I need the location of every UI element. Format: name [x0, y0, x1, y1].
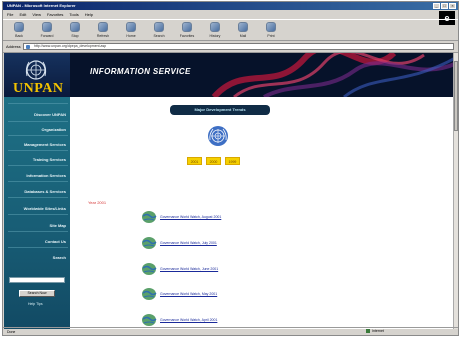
article-link[interactable]: Governance World Watch, August 2001 [160, 215, 221, 219]
refresh-button[interactable]: Refresh [93, 20, 113, 38]
globe-icon [142, 237, 157, 249]
search-button[interactable]: Search [149, 20, 169, 38]
sidebar-item-contact-us[interactable]: Contact Us [45, 239, 66, 244]
globe-icon [142, 288, 157, 300]
window-title: UNPAN - Microsoft Internet Explorer [7, 3, 76, 8]
menu-help[interactable]: Help [85, 12, 93, 17]
menu-bar: File Edit View Favorites Tools Help [3, 10, 458, 18]
back-button[interactable]: Back [9, 20, 29, 38]
search-input[interactable] [9, 277, 65, 283]
home-icon [126, 22, 136, 32]
stop-button[interactable]: Stop [65, 20, 85, 38]
refresh-icon [98, 22, 108, 32]
vertical-scrollbar[interactable] [453, 53, 458, 329]
sidebar-item-search[interactable]: Search [53, 255, 66, 260]
forward-arrow-icon [42, 22, 52, 32]
mail-icon [238, 22, 248, 32]
favorites-icon [182, 22, 192, 32]
article-link[interactable]: Governance World Watch, June 2001 [160, 267, 218, 271]
close-button[interactable]: × [449, 3, 456, 9]
nav-divider [8, 247, 68, 248]
year-button-1999[interactable]: 1999 [225, 157, 240, 165]
favorites-button[interactable]: Favorites [177, 20, 197, 38]
nav-divider [8, 135, 68, 136]
article-link[interactable]: Governance World Watch, April 2001 [160, 318, 217, 322]
list-item: Governance World Watch, July 2001 [141, 236, 217, 250]
nav-divider [8, 103, 68, 104]
mail-button[interactable]: Mail [233, 20, 253, 38]
status-bar: Done Internet [3, 327, 458, 335]
sidebar-item-organization[interactable]: Organization [42, 127, 66, 132]
address-label: Address [6, 44, 21, 49]
article-link[interactable]: Governance World Watch, May 2001 [160, 292, 217, 296]
sidebar-item-information-services[interactable]: Information Services [26, 173, 66, 178]
window-controls: _ □ × [433, 3, 456, 9]
menu-edit[interactable]: Edit [19, 12, 26, 17]
list-item: Governance World Watch, August 2001 [141, 210, 221, 224]
nav-divider [8, 121, 68, 122]
nav-divider [8, 150, 68, 151]
un-globe-icon [208, 126, 228, 146]
globe-icon [142, 211, 157, 223]
service-title: INFORMATION SERVICE [90, 67, 191, 76]
browser-window: UNPAN - Microsoft Internet Explorer _ □ … [2, 1, 459, 336]
un-emblem-icon [25, 60, 47, 80]
unpan-wordmark: UNPAN [13, 81, 64, 96]
internet-zone-indicator: Internet [366, 329, 388, 333]
list-item: Governance World Watch, May 2001 [141, 287, 217, 301]
sidebar-item-training-services[interactable]: Training Services [33, 157, 66, 162]
site-banner: UNPAN INFORMATION SERVICE [4, 53, 457, 97]
address-input[interactable]: http://www.unpan.org/dpepa_development.a… [23, 43, 454, 50]
sidebar-item-site-map[interactable]: Site Map [50, 223, 66, 228]
nav-divider [8, 165, 68, 166]
sidebar-item-worldwide-sites[interactable]: Worldwide Sites/Links [24, 206, 66, 211]
year-buttons: 2001 2000 1999 [187, 157, 240, 165]
menu-view[interactable]: View [32, 12, 41, 17]
minimize-button[interactable]: _ [433, 3, 440, 9]
maximize-button[interactable]: □ [441, 3, 448, 9]
page-content: UNPAN INFORMATION SERVICE Discover UNPAN… [4, 53, 457, 329]
scrollbar-thumb[interactable] [454, 61, 458, 131]
main-panel: Major Development Trends 2001 2000 1999 … [70, 97, 457, 329]
search-icon [154, 22, 164, 32]
year-button-2001[interactable]: 2001 [187, 157, 202, 165]
history-icon [210, 22, 220, 32]
print-button[interactable]: Print [261, 20, 281, 38]
menu-favorites[interactable]: Favorites [47, 12, 63, 17]
year-heading: Year 2001 [88, 200, 107, 205]
stop-icon [70, 22, 80, 32]
page-title: Major Development Trends [170, 105, 270, 115]
address-bar: Address http://www.unpan.org/dpepa_devel… [3, 42, 458, 53]
sidebar-item-discover-unpan[interactable]: Discover UNPAN [34, 112, 66, 117]
back-arrow-icon [14, 22, 24, 32]
toolbar: Back Forward Stop Refresh Home Search Fa… [3, 19, 458, 41]
status-text: Done [7, 329, 16, 334]
menu-file[interactable]: File [7, 12, 13, 17]
print-icon [266, 22, 276, 32]
search-now-button[interactable]: Search Now [19, 290, 55, 297]
banner-decoration [204, 53, 457, 97]
home-button[interactable]: Home [121, 20, 141, 38]
help-tips-link[interactable]: Help Tips [28, 302, 43, 306]
nav-divider [8, 214, 68, 215]
list-item: Governance World Watch, June 2001 [141, 262, 218, 276]
title-bar: UNPAN - Microsoft Internet Explorer _ □ … [3, 2, 458, 10]
year-button-2000[interactable]: 2000 [206, 157, 221, 165]
list-item: Governance World Watch, April 2001 [141, 313, 217, 327]
sidebar-item-databases[interactable]: Databases & Services [24, 189, 66, 194]
unpan-logo[interactable]: UNPAN [4, 53, 70, 97]
sidebar-nav: Discover UNPAN Organization Management S… [4, 97, 70, 329]
article-link[interactable]: Governance World Watch, July 2001 [160, 241, 217, 245]
sidebar-item-management-services[interactable]: Management Services [24, 142, 66, 147]
globe-icon [142, 314, 157, 326]
globe-icon [142, 263, 157, 275]
nav-divider [8, 181, 68, 182]
menu-tools[interactable]: Tools [69, 12, 78, 17]
nav-divider [8, 231, 68, 232]
history-button[interactable]: History [205, 20, 225, 38]
nav-divider [8, 197, 68, 198]
forward-button[interactable]: Forward [37, 20, 57, 38]
